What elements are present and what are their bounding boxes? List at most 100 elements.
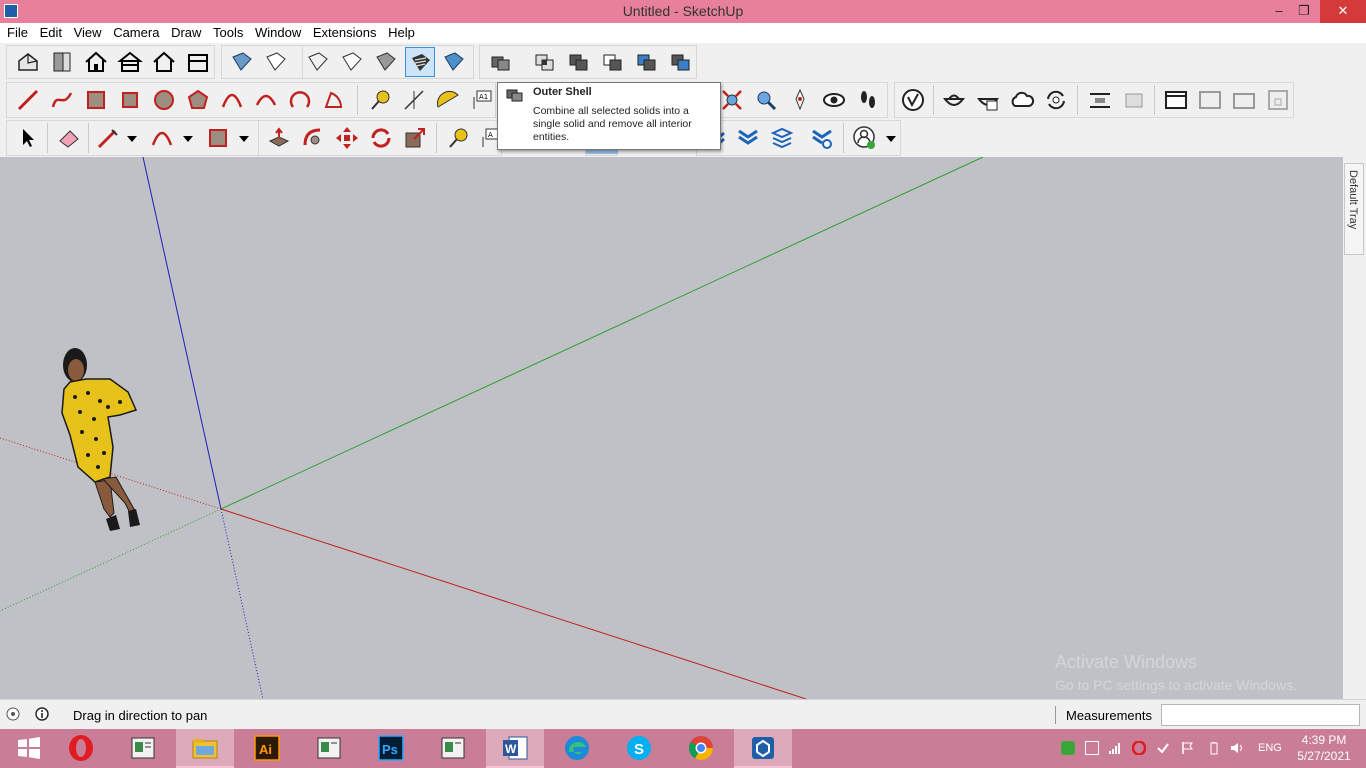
- look-around-icon[interactable]: [819, 85, 849, 115]
- file-viewer-icon[interactable]: [424, 729, 482, 768]
- dimension-icon[interactable]: [399, 85, 429, 115]
- monochrome-icon[interactable]: [439, 47, 469, 77]
- eraser-icon[interactable]: [54, 123, 84, 153]
- shaded-textures-icon[interactable]: [405, 47, 435, 77]
- opera-icon[interactable]: [52, 729, 110, 768]
- network-adapter-icon[interactable]: [1085, 741, 1099, 755]
- chrome-icon[interactable]: [672, 729, 730, 768]
- menu-view[interactable]: View: [70, 23, 106, 42]
- scale-icon[interactable]: [400, 123, 430, 153]
- security-icon[interactable]: [1061, 741, 1075, 755]
- protractor-icon[interactable]: [433, 85, 463, 115]
- sketchup-icon[interactable]: [734, 729, 792, 768]
- trim-icon[interactable]: [631, 47, 661, 77]
- select-icon[interactable]: [13, 123, 43, 153]
- checkmark-tray-icon[interactable]: [1156, 741, 1170, 755]
- section-display-icon[interactable]: [1119, 85, 1149, 115]
- freehand-icon[interactable]: [47, 85, 77, 115]
- pie-icon[interactable]: [319, 85, 349, 115]
- home-icon[interactable]: [81, 47, 111, 77]
- position-camera-icon[interactable]: [785, 85, 815, 115]
- stamp-icon[interactable]: [733, 123, 763, 153]
- file-viewer-icon[interactable]: [114, 729, 172, 768]
- clock-time[interactable]: 4:39 PM: [1293, 733, 1355, 747]
- battery-icon[interactable]: [1207, 741, 1221, 755]
- account-icon[interactable]: [850, 123, 880, 153]
- menu-tools[interactable]: Tools: [209, 23, 247, 42]
- lock-icon[interactable]: [1263, 85, 1293, 115]
- wireframe-icon[interactable]: [303, 47, 333, 77]
- dropdown-icon[interactable]: [177, 123, 195, 153]
- windows-start-icon[interactable]: [0, 729, 58, 768]
- top-view-icon[interactable]: [47, 47, 77, 77]
- back-house-icon[interactable]: [183, 47, 213, 77]
- section-plane-icon[interactable]: [1085, 85, 1115, 115]
- menu-draw[interactable]: Draw: [167, 23, 205, 42]
- outer-shell-icon[interactable]: [485, 47, 515, 77]
- front-house-icon[interactable]: [115, 47, 145, 77]
- sync-icon[interactable]: [1041, 85, 1071, 115]
- clock-date[interactable]: 5/27/2021: [1293, 749, 1355, 763]
- modeling-viewport[interactable]: [0, 157, 1343, 699]
- photoshop-icon[interactable]: Ps: [362, 729, 420, 768]
- layout-icon[interactable]: [1229, 85, 1259, 115]
- scene-icon[interactable]: [1195, 85, 1225, 115]
- v-ray-icon[interactable]: [898, 85, 928, 115]
- tape-measure-icon[interactable]: [365, 85, 395, 115]
- follow-me-icon[interactable]: [298, 123, 328, 153]
- rotated-rectangle-icon[interactable]: [115, 85, 145, 115]
- geo-location-icon[interactable]: [6, 707, 20, 721]
- shaded-icon[interactable]: [371, 47, 401, 77]
- illustrator-icon[interactable]: Ai: [238, 729, 296, 768]
- iso-view-icon[interactable]: [13, 47, 43, 77]
- rectangle-icon[interactable]: [81, 85, 111, 115]
- menu-camera[interactable]: Camera: [109, 23, 163, 42]
- opera-tray-icon[interactable]: [1131, 740, 1147, 756]
- right-house-icon[interactable]: [149, 47, 179, 77]
- dropdown-icon[interactable]: [121, 123, 139, 153]
- walk-icon[interactable]: [853, 85, 883, 115]
- window-icon[interactable]: [1161, 85, 1191, 115]
- input-language[interactable]: ENG: [1258, 742, 1282, 754]
- drape-icon[interactable]: [767, 123, 797, 153]
- arc-draw-icon[interactable]: [147, 123, 177, 153]
- default-tray-tab[interactable]: Default Tray: [1344, 163, 1364, 255]
- zoom-extents-icon[interactable]: [717, 85, 747, 115]
- measurements-input[interactable]: [1161, 704, 1360, 726]
- pencil-icon[interactable]: [93, 123, 123, 153]
- skype-icon[interactable]: S: [610, 729, 668, 768]
- subtract-icon[interactable]: [597, 47, 627, 77]
- two-point-arc-icon[interactable]: [251, 85, 281, 115]
- back-edges-icon[interactable]: [261, 47, 291, 77]
- circle-icon[interactable]: [149, 85, 179, 115]
- push-pull-icon[interactable]: [264, 123, 294, 153]
- menu-help[interactable]: Help: [384, 23, 419, 42]
- menu-extensions[interactable]: Extensions: [309, 23, 381, 42]
- dropdown-icon[interactable]: [880, 123, 898, 153]
- flag-icon[interactable]: [1180, 741, 1194, 755]
- polygon-icon[interactable]: [183, 85, 213, 115]
- profile-icon[interactable]: [807, 123, 837, 153]
- split-icon[interactable]: [665, 47, 695, 77]
- info-icon[interactable]: [35, 707, 49, 721]
- menu-edit[interactable]: Edit: [36, 23, 66, 42]
- rotate-icon[interactable]: [366, 123, 396, 153]
- arc-icon[interactable]: [217, 85, 247, 115]
- hidden-line-icon[interactable]: [337, 47, 367, 77]
- volume-icon[interactable]: [1230, 741, 1244, 755]
- extension-manager-icon[interactable]: [973, 85, 1003, 115]
- warehouse-icon[interactable]: [939, 85, 969, 115]
- three-point-arc-icon[interactable]: [285, 85, 315, 115]
- file-viewer-icon[interactable]: [300, 729, 358, 768]
- move-icon[interactable]: [332, 123, 362, 153]
- shapes-icon[interactable]: [203, 123, 233, 153]
- union-icon[interactable]: [563, 47, 593, 77]
- menu-file[interactable]: File: [3, 23, 32, 42]
- word-icon[interactable]: W: [486, 729, 544, 768]
- xray-icon[interactable]: [227, 47, 257, 77]
- text-icon[interactable]: A1: [467, 85, 497, 115]
- menu-window[interactable]: Window: [251, 23, 305, 42]
- tape-icon[interactable]: [443, 123, 473, 153]
- dropdown-icon[interactable]: [233, 123, 251, 153]
- file-explorer-icon[interactable]: [176, 729, 234, 768]
